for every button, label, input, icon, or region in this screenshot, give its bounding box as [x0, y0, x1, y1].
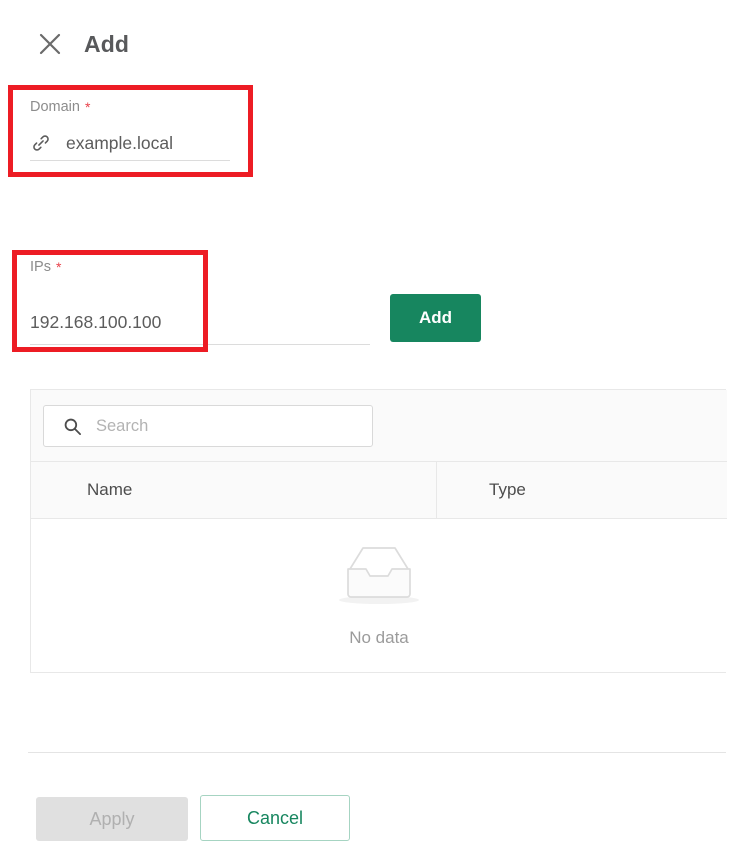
search-placeholder: Search: [96, 417, 149, 435]
cancel-button[interactable]: Cancel: [200, 795, 350, 841]
table-header-row: Name Type: [31, 461, 727, 519]
link-icon: [30, 132, 52, 154]
search-input[interactable]: Search: [43, 405, 373, 447]
dialog-header: Add: [0, 0, 730, 80]
table-empty-state: No data: [31, 519, 727, 672]
ips-input[interactable]: 192.168.100.100: [30, 310, 161, 334]
ips-field-label: IPs *: [30, 257, 61, 276]
domain-input[interactable]: example.local: [30, 126, 230, 160]
column-header-name[interactable]: Name: [31, 462, 437, 518]
add-dialog: Add Domain * example.local IPs * 192.168.1…: [0, 0, 730, 862]
entries-table: Search Name Type No data: [30, 389, 727, 673]
domain-field-label: Domain *: [30, 97, 90, 116]
search-icon: [62, 416, 82, 436]
close-icon[interactable]: [34, 28, 66, 60]
column-header-type[interactable]: Type: [437, 462, 727, 518]
empty-state-text: No data: [349, 627, 409, 647]
domain-required-marker: *: [84, 99, 91, 115]
inbox-icon: [337, 544, 421, 606]
page-title: Add: [84, 31, 130, 57]
ips-required-marker: *: [55, 259, 62, 275]
domain-value: example.local: [66, 133, 173, 153]
ips-input-underline: [30, 344, 370, 345]
add-button[interactable]: Add: [390, 294, 481, 342]
domain-label-text: Domain: [30, 99, 80, 115]
footer-divider: [28, 752, 726, 753]
ips-label-text: IPs: [30, 259, 51, 275]
domain-input-underline: [30, 160, 230, 161]
table-toolbar: Search: [31, 390, 727, 461]
apply-button[interactable]: Apply: [36, 797, 188, 841]
